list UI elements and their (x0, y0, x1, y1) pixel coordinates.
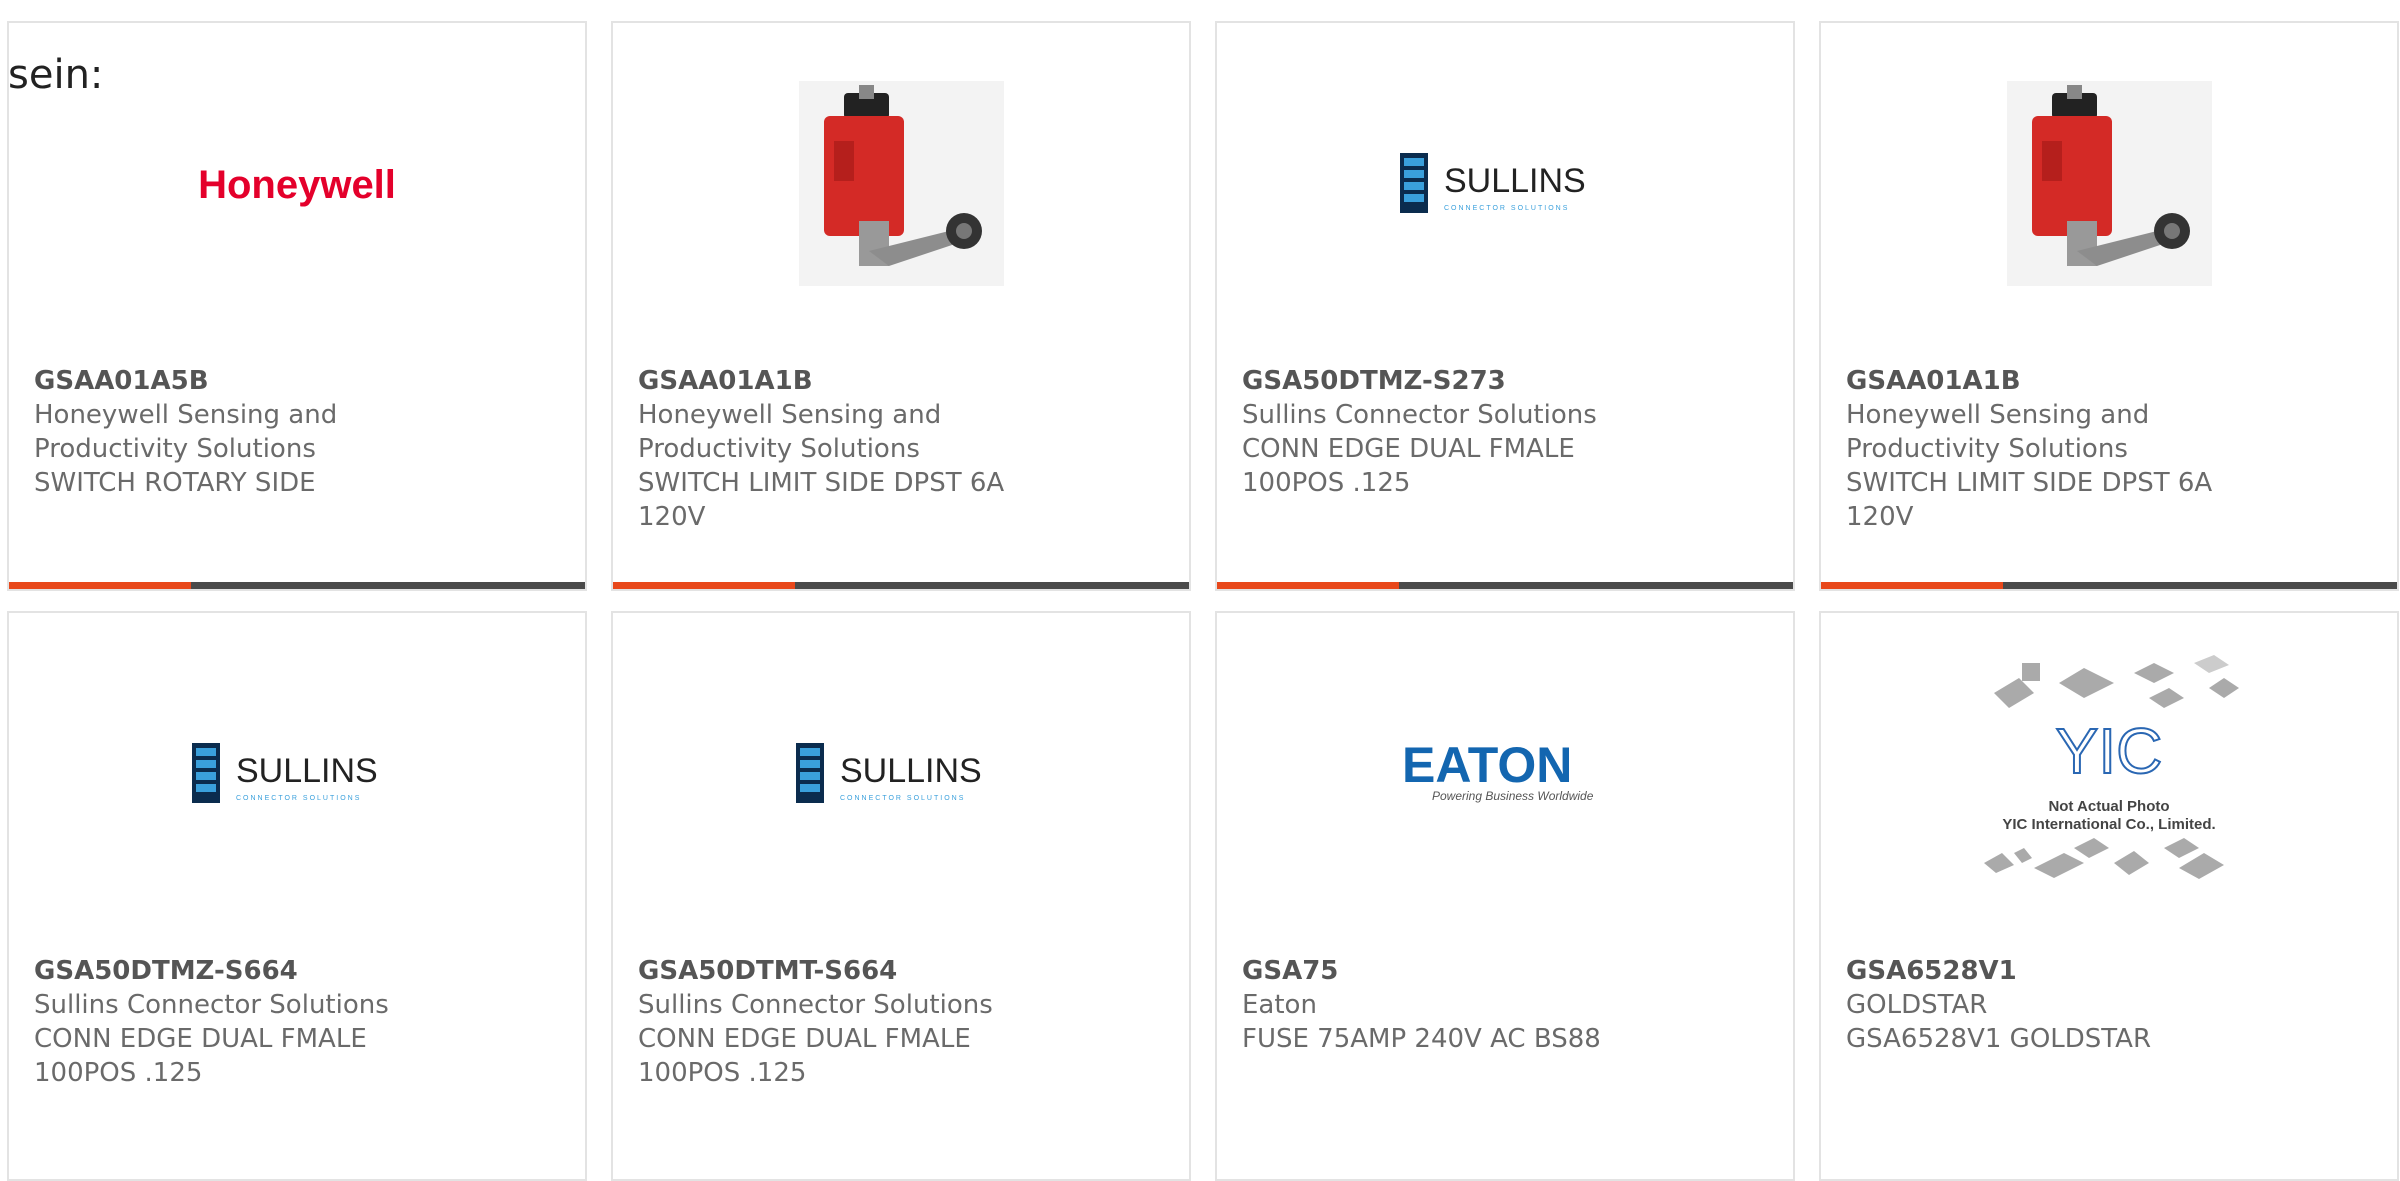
product-grid: Honeywell GSAA01A5B Honeywell Sensing an… (7, 21, 2400, 1181)
manufacturer: Honeywell Sensing and Productivity Solut… (34, 400, 338, 464)
svg-text:CONNECTOR SOLUTIONS: CONNECTOR SOLUTIONS (840, 795, 965, 802)
product-card[interactable]: Honeywell GSAA01A5B Honeywell Sensing an… (7, 21, 587, 591)
svg-text:SULLINS: SULLINS (840, 752, 982, 790)
manufacturer: Sullins Connector Solutions (34, 990, 389, 1020)
svg-text:YIC International Co., Limited: YIC International Co., Limited. (2002, 816, 2215, 833)
manufacturer: GOLDSTAR (1846, 990, 1988, 1020)
manufacturer: Eaton (1242, 990, 1317, 1020)
description: CONN EDGE DUAL FMALE 100POS .125 (34, 1024, 367, 1088)
product-card[interactable]: SULLINS CONNECTOR SOLUTIONS GSA50DTMZ-S6… (7, 611, 587, 1181)
product-image: Honeywell (9, 78, 585, 288)
part-number[interactable]: GSAA01A1B (1846, 364, 2266, 398)
manufacturer: Honeywell Sensing and Productivity Solut… (638, 400, 942, 464)
overlay-text: sein: (8, 52, 104, 98)
product-image: SULLINS CONNECTOR SOLUTIONS (613, 668, 1189, 878)
manufacturer: Honeywell Sensing and Productivity Solut… (1846, 400, 2150, 464)
manufacturer: Sullins Connector Solutions (1242, 400, 1597, 430)
part-number[interactable]: GSA50DTMZ-S273 (1242, 364, 1662, 398)
product-image (1821, 78, 2397, 288)
description: SWITCH ROTARY SIDE (34, 468, 316, 498)
product-image: EATON Powering Business Worldwide (1217, 668, 1793, 878)
description: CONN EDGE DUAL FMALE 100POS .125 (1242, 434, 1575, 498)
product-card[interactable]: GSAA01A1B Honeywell Sensing and Producti… (1819, 21, 2399, 591)
product-image: SULLINS CONNECTOR SOLUTIONS (9, 668, 585, 878)
svg-text:YIC: YIC (2056, 715, 2163, 787)
product-card[interactable]: GSAA01A1B Honeywell Sensing and Producti… (611, 21, 1191, 591)
description: SWITCH LIMIT SIDE DPST 6A 120V (638, 468, 1005, 532)
manufacturer: Sullins Connector Solutions (638, 990, 993, 1020)
product-card[interactable]: EATON Powering Business Worldwide GSA75 … (1215, 611, 1795, 1181)
svg-text:Powering Business Worldwide: Powering Business Worldwide (1432, 789, 1594, 803)
description: GSA6528V1 GOLDSTAR (1846, 1024, 2152, 1054)
svg-text:Not Actual Photo: Not Actual Photo (2048, 798, 2169, 815)
product-image: YIC Not Actual Photo YIC International C… (1821, 653, 2397, 893)
svg-text:SULLINS: SULLINS (236, 752, 378, 790)
product-card[interactable]: SULLINS CONNECTOR SOLUTIONS GSA50DTMZ-S2… (1215, 21, 1795, 591)
sullins-logo-icon: SULLINS CONNECTOR SOLUTIONS (192, 743, 378, 803)
description: FUSE 75AMP 240V AC BS88 (1242, 1024, 1601, 1054)
part-number[interactable]: GSA50DTMT-S664 (638, 954, 1058, 988)
svg-text:EATON: EATON (1402, 738, 1572, 793)
product-card[interactable]: SULLINS CONNECTOR SOLUTIONS GSA50DTMT-S6… (611, 611, 1191, 1181)
limit-switch-photo-icon (798, 80, 1004, 286)
limit-switch-photo-icon (2006, 80, 2212, 286)
part-number[interactable]: GSAA01A1B (638, 364, 1058, 398)
card-progress-bar (1217, 582, 1793, 589)
sullins-logo-icon: SULLINS CONNECTOR SOLUTIONS (1400, 153, 1586, 213)
part-number[interactable]: GSA50DTMZ-S664 (34, 954, 454, 988)
sullins-logo-icon: SULLINS CONNECTOR SOLUTIONS (796, 743, 982, 803)
product-image: SULLINS CONNECTOR SOLUTIONS (1217, 78, 1793, 288)
part-number[interactable]: GSA6528V1 (1846, 954, 2266, 988)
svg-text:Honeywell: Honeywell (198, 163, 396, 207)
svg-text:CONNECTOR SOLUTIONS: CONNECTOR SOLUTIONS (1444, 205, 1569, 212)
card-progress-bar (9, 582, 585, 589)
svg-text:SULLINS: SULLINS (1444, 162, 1586, 200)
part-number[interactable]: GSA75 (1242, 954, 1662, 988)
honeywell-logo-icon: Honeywell (198, 163, 396, 207)
svg-text:CONNECTOR SOLUTIONS: CONNECTOR SOLUTIONS (236, 795, 361, 802)
card-progress-bar (1821, 582, 2397, 589)
not-actual-photo-icon: YIC Not Actual Photo YIC International C… (1984, 655, 2239, 879)
card-progress-bar (613, 582, 1189, 589)
product-card[interactable]: YIC Not Actual Photo YIC International C… (1819, 611, 2399, 1181)
eaton-logo-icon: EATON Powering Business Worldwide (1402, 738, 1594, 803)
part-number[interactable]: GSAA01A5B (34, 364, 454, 398)
description: CONN EDGE DUAL FMALE 100POS .125 (638, 1024, 971, 1088)
description: SWITCH LIMIT SIDE DPST 6A 120V (1846, 468, 2213, 532)
product-image (613, 78, 1189, 288)
